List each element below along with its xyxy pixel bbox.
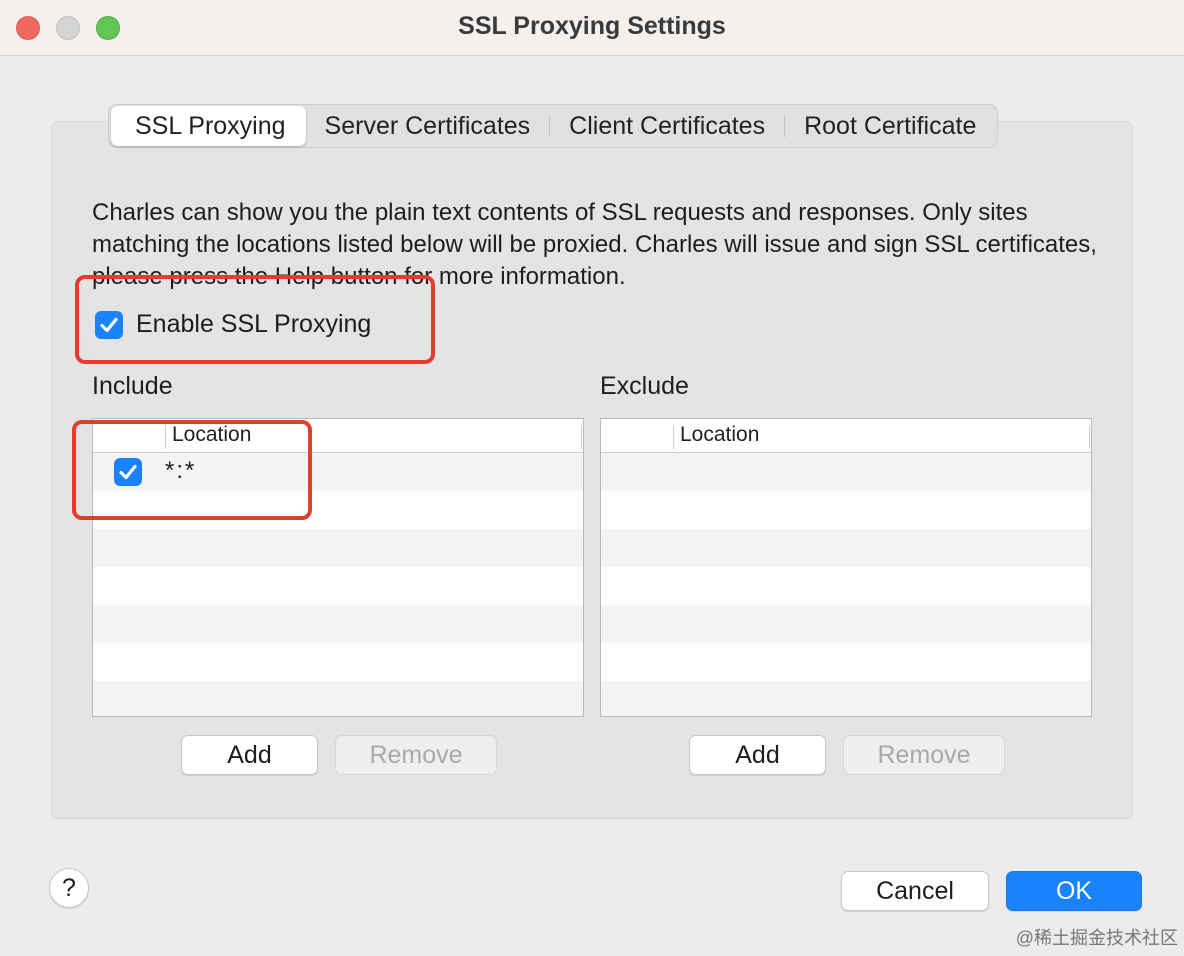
empty-row [601, 643, 1091, 681]
exclude-label: Exclude [600, 372, 689, 400]
empty-row [601, 453, 1091, 491]
exclude-table[interactable]: Location [600, 418, 1092, 717]
empty-row [601, 605, 1091, 643]
include-remove-button[interactable]: Remove [335, 735, 497, 775]
exclude-add-button[interactable]: Add [689, 735, 826, 775]
cancel-button[interactable]: Cancel [841, 871, 989, 911]
title-bar: SSL Proxying Settings [0, 0, 1184, 56]
column-separator [581, 425, 582, 449]
column-separator [673, 425, 674, 449]
empty-row [93, 567, 583, 605]
tab-bar: SSL Proxying Server Certificates Client … [108, 104, 999, 148]
watermark: @稀土掘金技术社区 [1015, 928, 1178, 948]
empty-row [601, 681, 1091, 716]
empty-row [93, 643, 583, 681]
column-separator [1089, 425, 1090, 449]
ok-button[interactable]: OK [1006, 871, 1142, 911]
include-add-button[interactable]: Add [181, 735, 318, 775]
empty-row [601, 529, 1091, 567]
empty-row [93, 529, 583, 567]
annotation-box-enable [75, 275, 435, 364]
empty-row [601, 491, 1091, 529]
window-title: SSL Proxying Settings [458, 12, 726, 40]
help-button[interactable]: ? [49, 868, 89, 908]
tab-client-certificates[interactable]: Client Certificates [550, 106, 784, 146]
exclude-remove-button[interactable]: Remove [843, 735, 1005, 775]
tab-server-certificates[interactable]: Server Certificates [306, 106, 550, 146]
empty-row [93, 681, 583, 716]
empty-row [93, 605, 583, 643]
tab-ssl-proxying[interactable]: SSL Proxying [111, 106, 306, 146]
exclude-table-header: Location [601, 419, 1091, 453]
empty-row [601, 567, 1091, 605]
tab-root-certificate[interactable]: Root Certificate [785, 106, 995, 146]
include-label: Include [92, 372, 173, 400]
exclude-location-header[interactable]: Location [680, 423, 759, 447]
annotation-box-location [72, 420, 312, 520]
